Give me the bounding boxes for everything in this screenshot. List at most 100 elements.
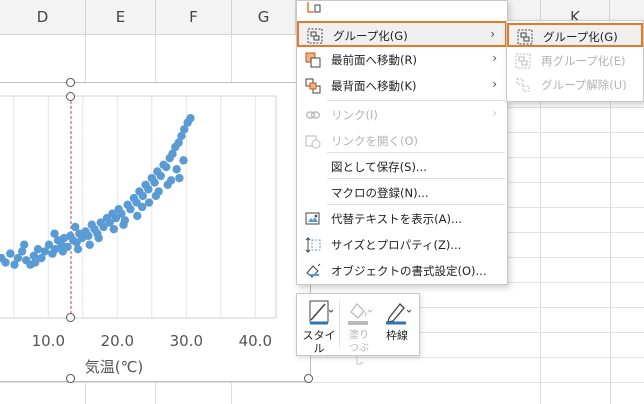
menu-item-save-as-picture[interactable]: 図として保存(S)... — [297, 154, 507, 180]
menu-item-size-properties[interactable]: サイズとプロパティ(Z)... — [297, 232, 507, 258]
selection-handle[interactable] — [66, 78, 75, 87]
data-point[interactable] — [133, 211, 142, 221]
regroup-icon — [515, 53, 531, 69]
menu-item-send-to-back[interactable]: 最背面へ移動(K) › — [297, 73, 507, 99]
x-tick-label: 10.0 — [32, 332, 65, 350]
data-point[interactable] — [109, 225, 119, 234]
x-tick-label: 30.0 — [170, 332, 203, 350]
menu-item-label: グループ化(G) — [333, 29, 408, 43]
data-point[interactable] — [172, 165, 181, 174]
data-point[interactable] — [150, 178, 159, 187]
menu-item-label: オブジェクトの書式設定(O)... — [331, 264, 487, 278]
selection-handle[interactable] — [304, 374, 313, 383]
menu-item-partial[interactable] — [297, 0, 507, 21]
bring-to-front-icon — [305, 52, 321, 68]
selection-handle[interactable] — [66, 313, 75, 322]
link-icon — [305, 107, 321, 123]
data-point[interactable] — [84, 231, 93, 241]
data-point[interactable] — [73, 244, 83, 254]
submenu-item-ungroup[interactable]: グループ解除(U) — [507, 73, 643, 97]
open-link-icon — [305, 133, 321, 149]
data-point[interactable] — [126, 205, 135, 214]
data-point[interactable] — [175, 173, 184, 183]
toolbar-separator — [339, 300, 340, 348]
data-point[interactable] — [138, 191, 148, 201]
style-button[interactable]: スタイル — [301, 298, 337, 355]
data-point[interactable] — [30, 258, 40, 267]
data-point[interactable] — [162, 162, 171, 172]
group-icon — [307, 28, 323, 44]
data-point[interactable] — [85, 240, 94, 249]
menu-item-label: 最背面へ移動(K) — [331, 79, 417, 93]
group-icon — [517, 29, 533, 45]
selection-handle[interactable] — [66, 92, 75, 101]
mini-toolbar: スタイル 塗りつぶし 枠線 — [296, 293, 420, 367]
submenu-item-label: グループ化(G) — [543, 30, 618, 44]
column-header-D[interactable]: D — [0, 0, 86, 34]
shape-style-icon — [309, 300, 334, 329]
alt-text-icon — [305, 211, 321, 227]
menu-item-label: 最前面へ移動(R) — [331, 53, 417, 67]
selection-handle[interactable] — [66, 374, 75, 383]
gridline — [0, 382, 644, 383]
outline-label: 枠線 — [386, 329, 408, 342]
data-point[interactable] — [137, 202, 147, 212]
data-point[interactable] — [50, 229, 59, 238]
submenu-item-group[interactable]: グループ化(G) — [507, 23, 643, 47]
menu-item-bring-to-front[interactable]: 最前面へ移動(R) › — [297, 47, 507, 73]
menu-separator — [327, 100, 505, 101]
scatter-chart[interactable]: 10.0 20.0 30.0 40.0 気温(℃) — [0, 82, 310, 382]
menu-item-alt-text[interactable]: 代替テキストを表示(A)... — [297, 206, 507, 232]
data-point[interactable] — [144, 185, 153, 194]
x-tick-label: 40.0 — [239, 332, 272, 350]
send-to-back-icon — [305, 78, 321, 94]
size-properties-icon — [305, 237, 321, 253]
menu-item-group[interactable]: グループ化(G) › — [297, 21, 507, 47]
data-point[interactable] — [144, 198, 154, 207]
menu-item-label: マクロの登録(N)... — [331, 186, 429, 200]
style-label: スタイル — [302, 329, 336, 355]
x-tick-label: 20.0 — [101, 332, 134, 350]
menu-item-assign-macro[interactable]: マクロの登録(N)... — [297, 180, 507, 206]
data-point[interactable] — [156, 171, 165, 181]
chevron-right-icon: › — [492, 106, 497, 120]
data-point[interactable] — [119, 220, 128, 229]
data-point[interactable] — [58, 247, 67, 256]
data-point[interactable] — [1, 258, 10, 267]
data-point[interactable] — [19, 240, 29, 249]
submenu-item-regroup[interactable]: 再グループ化(E) — [507, 49, 643, 73]
menu-item-open-link[interactable]: リンクを開く(O) — [297, 128, 507, 154]
paint-bucket-icon — [347, 300, 373, 329]
outline-button[interactable]: 枠線 — [379, 298, 415, 352]
context-menu: グループ化(G) › 最前面へ移動(R) › 最背面へ移動(K) › リンク(I… — [296, 0, 508, 285]
menu-item-format-object[interactable]: オブジェクトの書式設定(O)... — [297, 258, 507, 284]
menu-item-label: リンク(I) — [331, 108, 378, 122]
submenu-item-label: グループ解除(U) — [541, 78, 627, 92]
data-point[interactable] — [6, 249, 15, 258]
fill-label: 塗りつぶし — [349, 330, 369, 367]
menu-separator — [327, 152, 505, 153]
submenu-item-label: 再グループ化(E) — [541, 54, 626, 68]
chevron-right-icon: › — [492, 77, 497, 91]
menu-separator — [327, 204, 505, 205]
data-point[interactable] — [71, 222, 80, 232]
x-axis-title: 気温(℃) — [85, 358, 144, 376]
data-point[interactable] — [151, 191, 161, 201]
data-point[interactable] — [179, 156, 188, 165]
group-submenu: グループ化(G) 再グループ化(E) グループ解除(U) — [506, 20, 644, 102]
data-point[interactable] — [94, 233, 103, 243]
data-point[interactable] — [186, 114, 195, 123]
column-header-E[interactable]: E — [86, 0, 156, 34]
column-header-F[interactable]: F — [156, 0, 232, 34]
menu-item-label: サイズとプロパティ(Z)... — [331, 238, 462, 252]
menu-item-link[interactable]: リンク(I) › — [297, 102, 507, 128]
ungroup-icon — [515, 77, 531, 93]
column-header-G[interactable]: G — [232, 0, 296, 34]
chevron-right-icon: › — [490, 27, 495, 41]
outline-pen-icon — [385, 300, 413, 329]
fill-button[interactable]: 塗りつぶし — [341, 298, 377, 367]
menu-item-label: リンクを開く(O) — [331, 134, 419, 148]
format-object-icon — [305, 263, 321, 279]
data-point[interactable] — [163, 180, 172, 189]
chevron-right-icon: › — [492, 51, 497, 65]
